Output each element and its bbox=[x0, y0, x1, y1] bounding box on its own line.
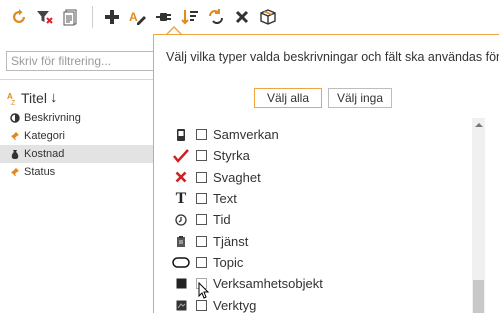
package-icon[interactable] bbox=[257, 6, 279, 28]
type-label: Svaghet bbox=[213, 169, 261, 185]
list-item-kategori[interactable]: Kategori bbox=[0, 127, 160, 145]
type-row-text[interactable]: T Text bbox=[172, 188, 472, 209]
money-bag-icon bbox=[10, 149, 20, 159]
type-checkbox[interactable] bbox=[196, 235, 207, 247]
popup-title: Välj vilka typer valda beskrivningar och… bbox=[166, 50, 499, 64]
type-row-tid[interactable]: Tid bbox=[172, 209, 472, 230]
plug-icon[interactable] bbox=[153, 6, 175, 28]
type-checkbox[interactable] bbox=[196, 256, 207, 268]
type-row-samverkan[interactable]: Samverkan bbox=[172, 124, 472, 145]
toolbar-separator bbox=[92, 6, 93, 28]
replace-icon[interactable] bbox=[205, 6, 227, 28]
type-list: Samverkan Styrka Svaghet T Text Tid Tjän… bbox=[172, 124, 472, 313]
clock-icon bbox=[172, 211, 190, 229]
list-item-label: Kostnad bbox=[24, 148, 65, 160]
delete-icon[interactable] bbox=[231, 6, 253, 28]
pin-icon bbox=[10, 131, 20, 141]
list-item-label: Status bbox=[24, 166, 56, 178]
type-row-tjanst[interactable]: Tjänst bbox=[172, 230, 472, 251]
toolbar: A bbox=[0, 0, 499, 34]
type-label: Tjänst bbox=[213, 233, 249, 249]
scrollbar-thumb[interactable] bbox=[473, 280, 484, 313]
type-label: Topic bbox=[213, 254, 244, 270]
type-list-scrollbar[interactable] bbox=[472, 118, 485, 313]
rounded-rect-icon bbox=[172, 253, 190, 271]
title-column-header[interactable]: AZ Titel ↓ bbox=[7, 89, 57, 106]
type-label: Tid bbox=[213, 212, 231, 228]
type-row-verktyg[interactable]: Verktyg bbox=[172, 294, 472, 313]
document-icon[interactable] bbox=[60, 6, 82, 28]
type-checkbox[interactable] bbox=[196, 214, 207, 226]
black-square-icon bbox=[172, 275, 190, 293]
select-all-button[interactable]: Välj alla bbox=[254, 88, 322, 108]
column-header-label: Titel bbox=[21, 89, 47, 106]
select-none-button[interactable]: Välj inga bbox=[328, 88, 392, 108]
field-list: Beskrivning Kategori Kostnad Status bbox=[0, 109, 160, 181]
type-checkbox[interactable] bbox=[196, 193, 207, 205]
list-item-label: Kategori bbox=[24, 130, 65, 142]
type-selection-popup: Välj vilka typer valda beskrivningar och… bbox=[153, 34, 499, 313]
list-item-label: Beskrivning bbox=[24, 112, 81, 124]
scroll-up-arrow-icon[interactable] bbox=[472, 118, 485, 130]
svg-text:A: A bbox=[129, 10, 138, 24]
sort-icon[interactable] bbox=[179, 6, 201, 28]
tool-image-icon bbox=[172, 296, 190, 313]
refresh-icon[interactable] bbox=[8, 6, 30, 28]
type-label: Samverkan bbox=[213, 127, 279, 143]
type-checkbox[interactable] bbox=[196, 129, 207, 141]
device-icon bbox=[172, 126, 190, 144]
svg-text:Z: Z bbox=[11, 100, 16, 105]
type-label: Text bbox=[213, 191, 237, 207]
list-item-beskrivning[interactable]: Beskrivning bbox=[0, 109, 160, 127]
type-row-styrka[interactable]: Styrka bbox=[172, 145, 472, 166]
filter-input[interactable] bbox=[6, 51, 156, 71]
check-mark-icon bbox=[172, 147, 190, 165]
type-row-svaghet[interactable]: Svaghet bbox=[172, 167, 472, 188]
mouse-pointer-icon bbox=[198, 281, 210, 303]
pin-icon bbox=[10, 167, 20, 177]
clipboard-icon bbox=[172, 232, 190, 250]
sort-down-arrow-icon: ↓ bbox=[49, 89, 58, 106]
sort-az-icon: AZ bbox=[7, 92, 16, 105]
list-item-status[interactable]: Status bbox=[0, 163, 160, 181]
type-checkbox[interactable] bbox=[196, 171, 207, 183]
field-list-pane: AZ Titel ↓ Beskrivning Kategori Kostnad … bbox=[0, 34, 160, 313]
add-icon[interactable] bbox=[101, 6, 123, 28]
description-icon bbox=[10, 113, 20, 123]
list-item-kostnad[interactable]: Kostnad bbox=[0, 145, 160, 163]
type-checkbox[interactable] bbox=[196, 150, 207, 162]
cross-mark-icon bbox=[172, 168, 190, 186]
filter-clear-icon[interactable] bbox=[34, 6, 56, 28]
text-t-icon: T bbox=[175, 189, 187, 207]
type-label: Styrka bbox=[213, 148, 250, 164]
type-label: Verktyg bbox=[213, 297, 257, 313]
type-label: Verksamhetsobjekt bbox=[213, 276, 323, 292]
divider bbox=[0, 79, 160, 80]
type-row-verksamhetsobjekt[interactable]: Verksamhetsobjekt bbox=[172, 273, 472, 294]
edit-text-icon[interactable]: A bbox=[127, 6, 149, 28]
type-row-topic[interactable]: Topic bbox=[172, 252, 472, 273]
